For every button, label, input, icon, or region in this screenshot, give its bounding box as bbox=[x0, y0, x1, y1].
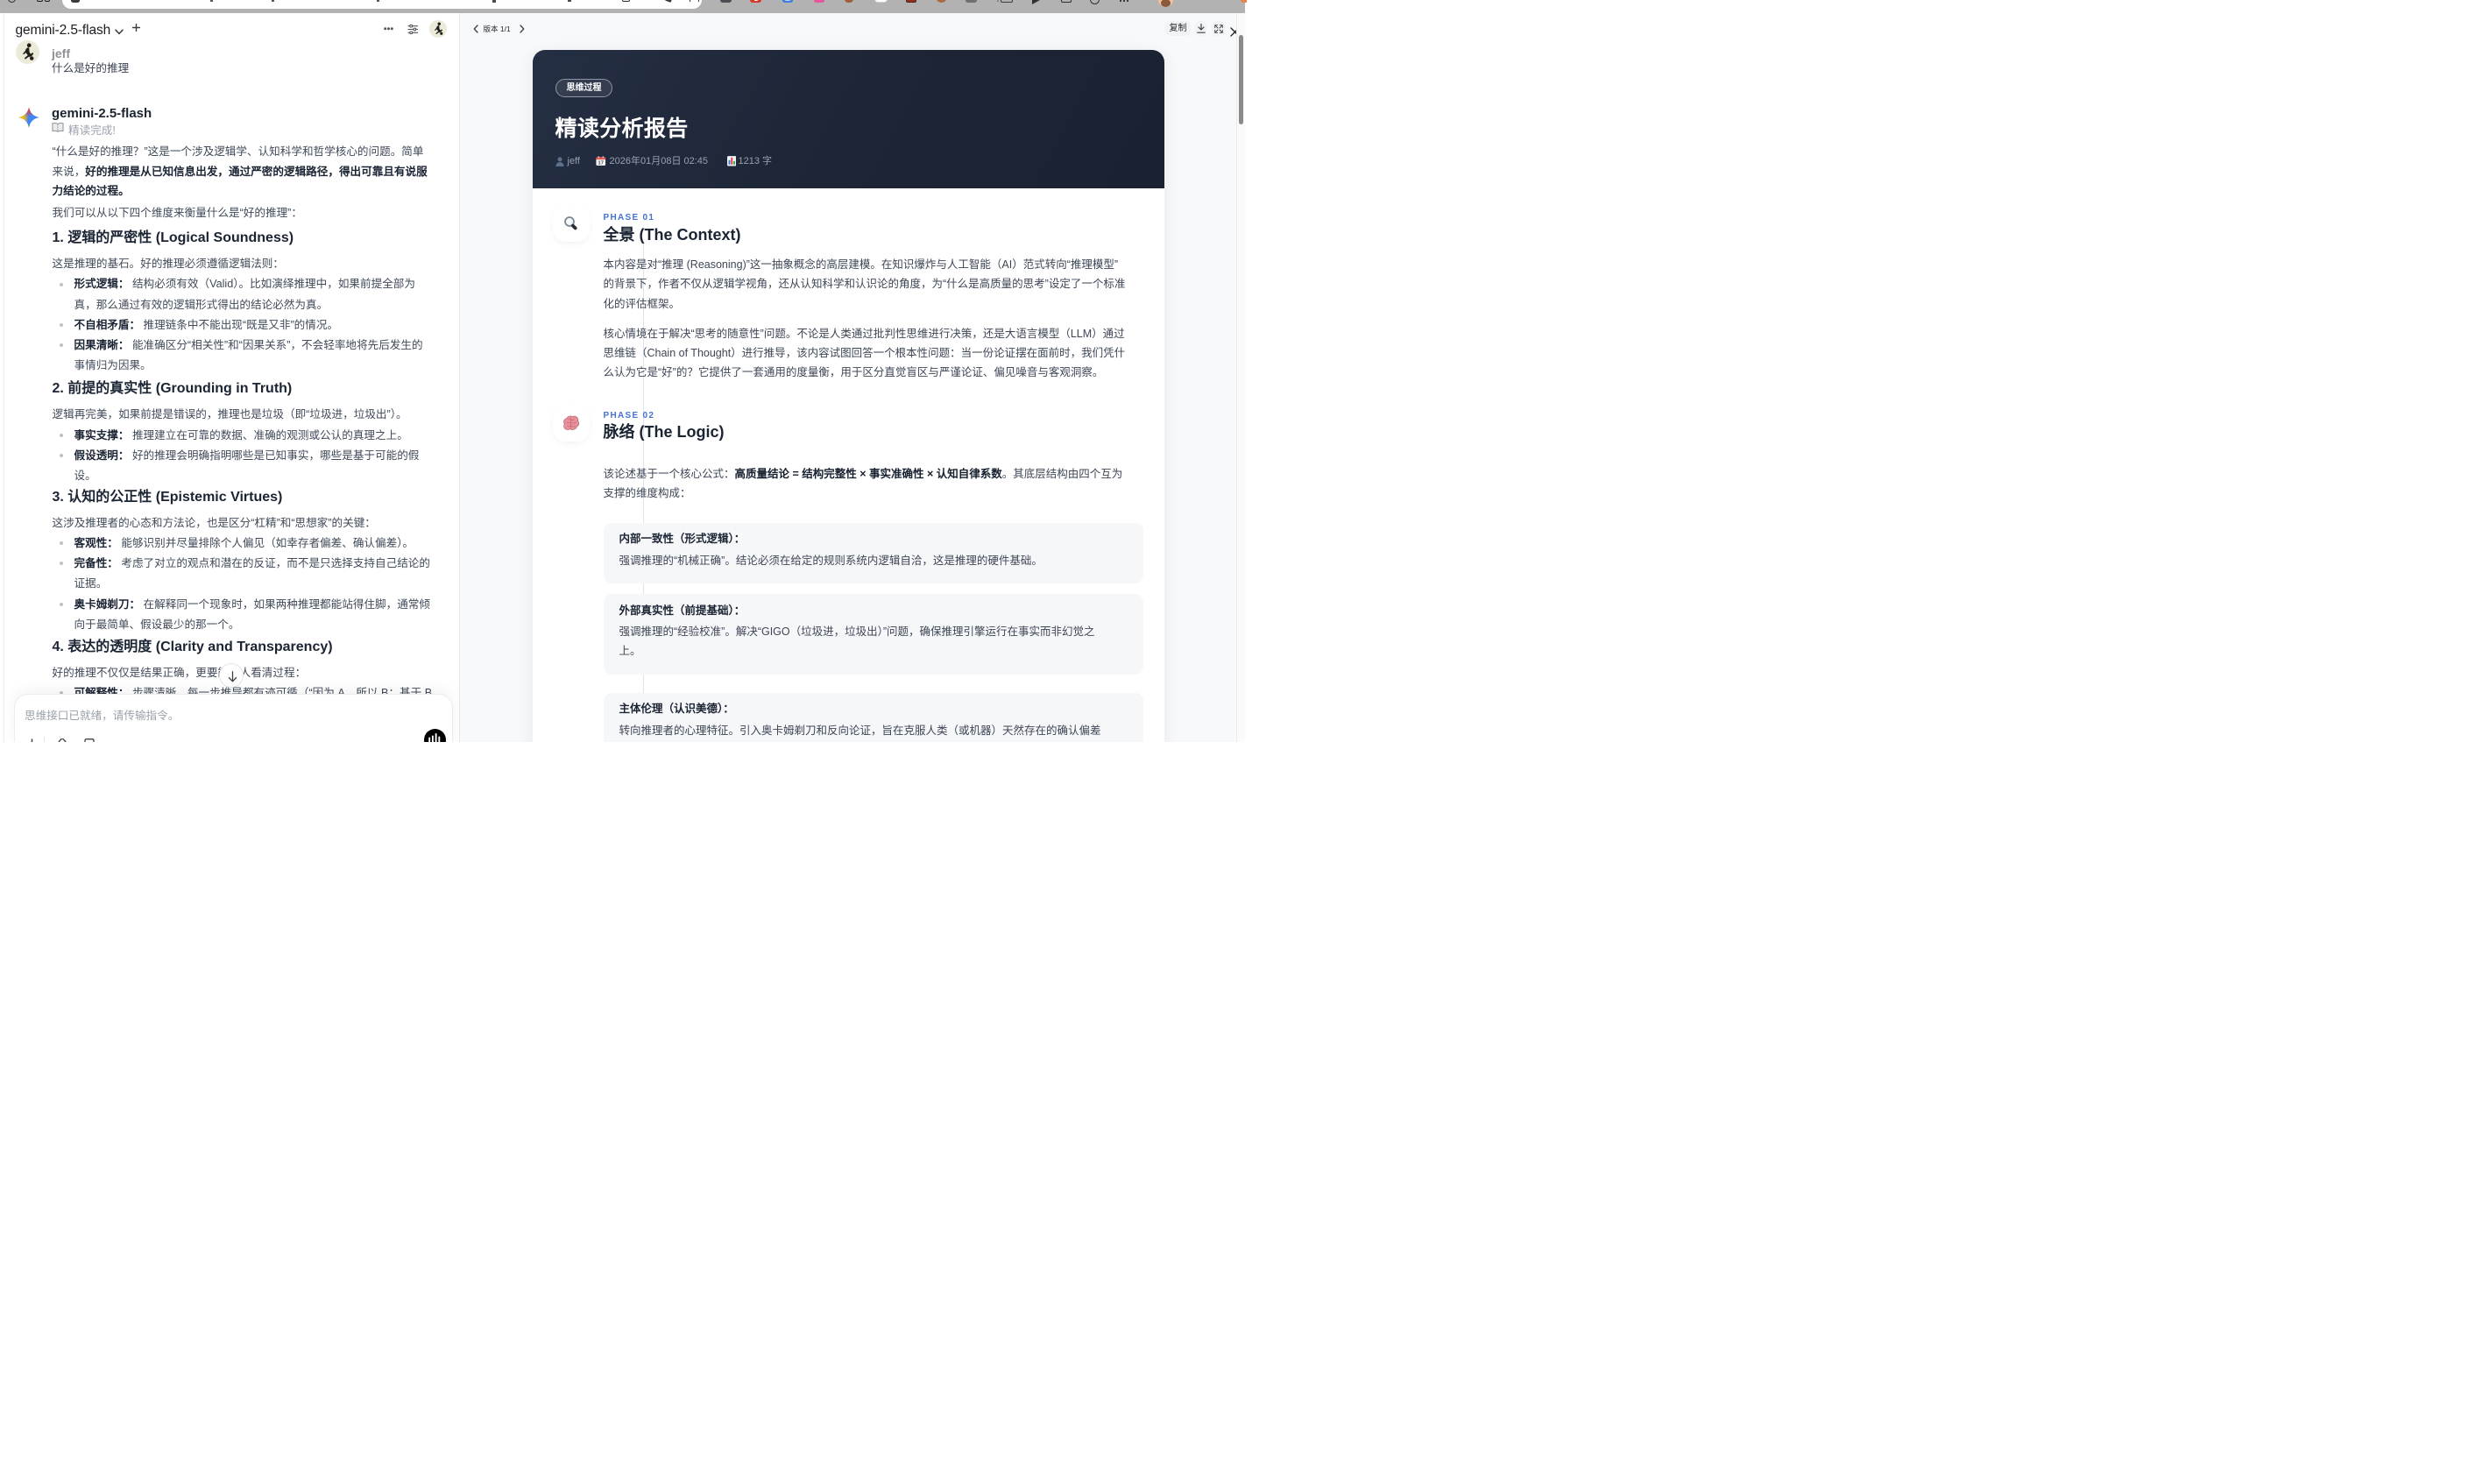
svg-text:17: 17 bbox=[598, 161, 604, 166]
